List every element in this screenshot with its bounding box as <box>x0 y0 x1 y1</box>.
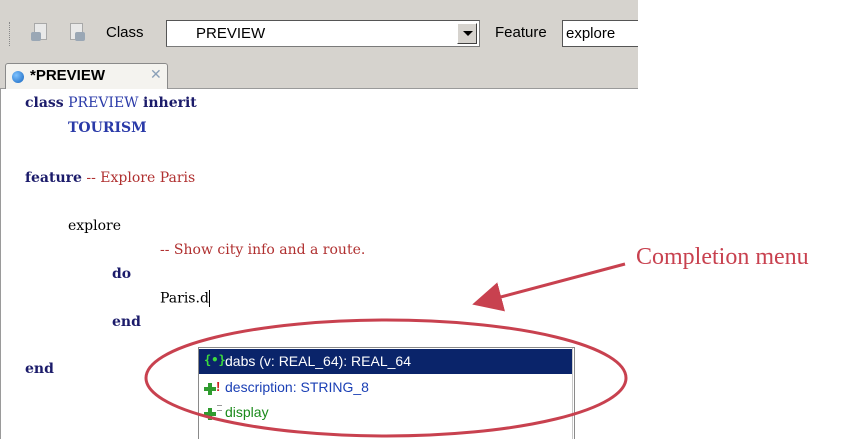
annotation-overlay <box>144 262 628 438</box>
annotation-arrow <box>472 262 626 312</box>
annotation-label: Completion menu <box>636 244 809 270</box>
annotation-ellipse <box>144 318 628 438</box>
